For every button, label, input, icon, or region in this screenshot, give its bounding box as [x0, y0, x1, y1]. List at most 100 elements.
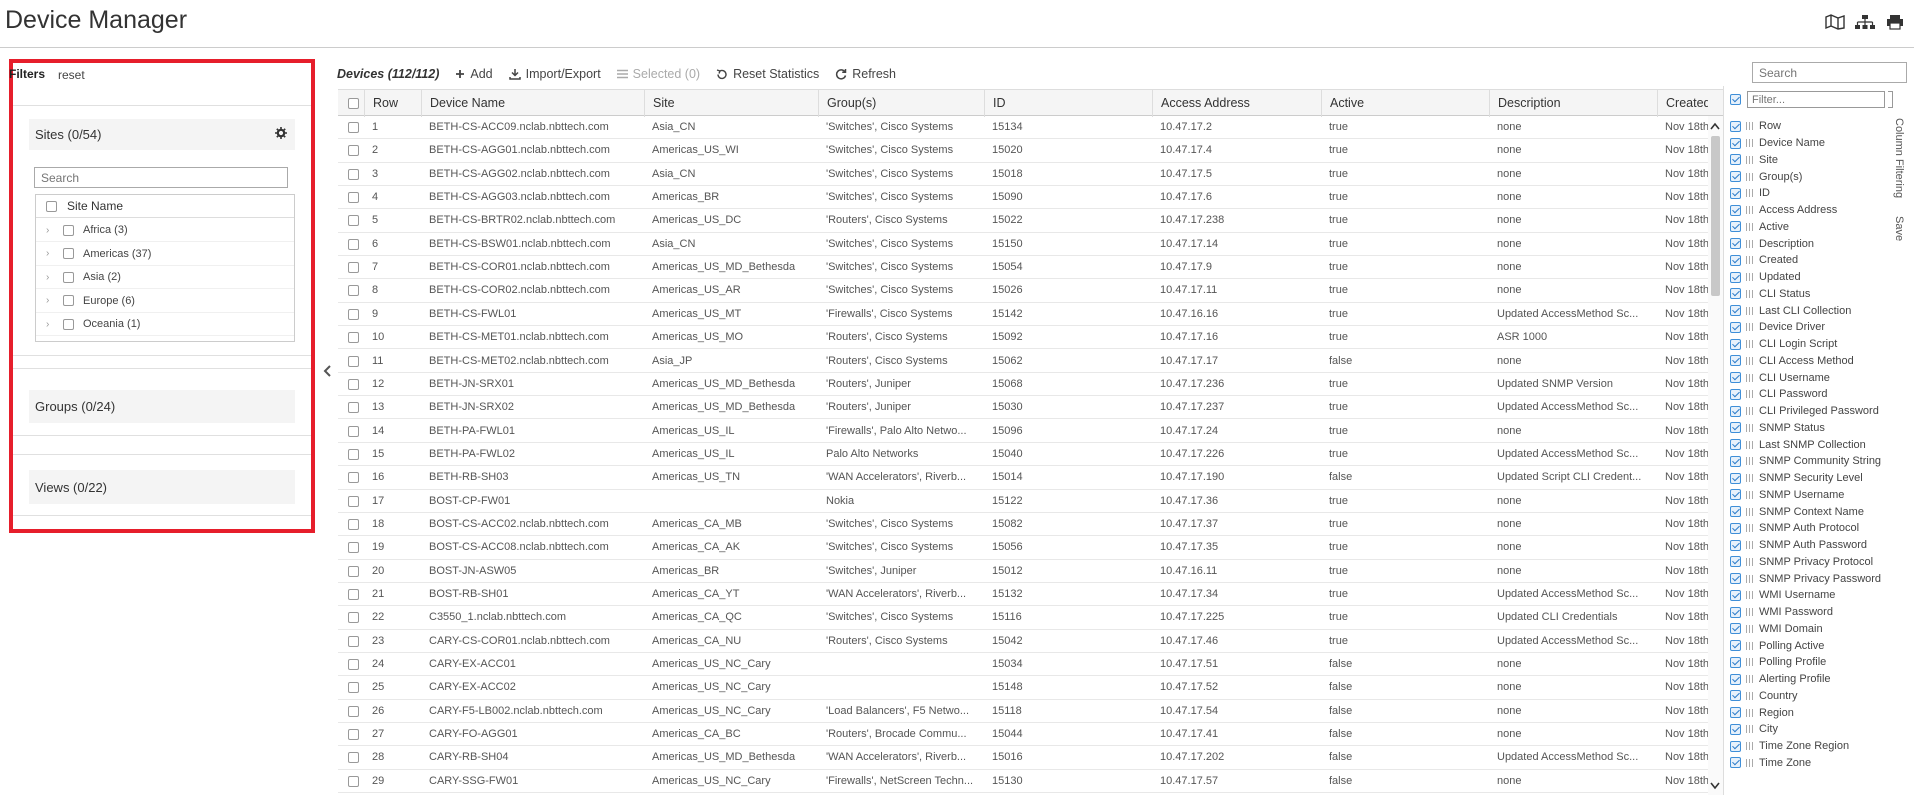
- table-row[interactable]: 27 CARY-FO-AGG01 Americas_CA_BC 'Routers', …: [338, 723, 1708, 747]
- column-toggle-item[interactable]: WMI Domain: [1730, 621, 1823, 638]
- column-checkbox[interactable]: [1730, 723, 1741, 735]
- refresh-button[interactable]: Refresh: [835, 67, 896, 81]
- table-row[interactable]: 28 CARY-RB-SH04 Americas_US_MD_Bethesda 'WA…: [338, 746, 1708, 770]
- column-checkbox[interactable]: [1730, 254, 1741, 266]
- row-select[interactable]: [338, 513, 364, 536]
- row-select[interactable]: [338, 443, 364, 466]
- drag-handle-icon[interactable]: [1746, 122, 1754, 131]
- row-select[interactable]: [338, 700, 364, 723]
- drag-handle-icon[interactable]: [1746, 323, 1754, 332]
- column-checkbox[interactable]: [1730, 187, 1741, 199]
- row-select[interactable]: [338, 233, 364, 256]
- column-toggle-item[interactable]: SNMP Username: [1730, 487, 1844, 504]
- expand-chevron-icon[interactable]: ›: [46, 225, 54, 236]
- column-toggle-item[interactable]: WMI Username: [1730, 587, 1835, 604]
- row-select[interactable]: [338, 186, 364, 209]
- gear-icon[interactable]: [275, 127, 287, 142]
- row-select[interactable]: [338, 653, 364, 676]
- drag-handle-icon[interactable]: [1746, 641, 1754, 650]
- selected-button[interactable]: Selected (0): [616, 67, 700, 81]
- column-checkbox[interactable]: [1730, 204, 1741, 216]
- column-header-created[interactable]: Created: [1657, 90, 1708, 117]
- column-toggle-item[interactable]: Polling Active: [1730, 637, 1824, 654]
- row-select[interactable]: [338, 466, 364, 489]
- column-checkbox[interactable]: [1730, 422, 1741, 434]
- expand-chevron-icon[interactable]: ›: [46, 319, 54, 330]
- row-checkbox[interactable]: [348, 518, 359, 530]
- drag-handle-icon[interactable]: [1746, 289, 1754, 298]
- expand-chevron-icon[interactable]: ›: [46, 272, 54, 283]
- site-tree-item[interactable]: › Africa (3): [36, 219, 294, 242]
- column-checkbox[interactable]: [1730, 740, 1741, 752]
- column-checkbox[interactable]: [1730, 757, 1741, 769]
- table-row[interactable]: 17 BOST-CP-FW01 Nokia 15122 10.47.17.36 true n…: [338, 490, 1708, 513]
- select-all-sites-checkbox[interactable]: [46, 200, 57, 212]
- column-toggle-item[interactable]: Created: [1730, 252, 1798, 269]
- drag-handle-icon[interactable]: [1746, 490, 1754, 499]
- table-row[interactable]: 9 BETH-CS-FWL01 Americas_US_MT 'Firewalls',…: [338, 303, 1708, 327]
- column-toggle-item[interactable]: Updated: [1730, 269, 1801, 286]
- table-row[interactable]: 18 BOST-CS-ACC02.nclab.nbttech.com America…: [338, 513, 1708, 537]
- table-row[interactable]: 3 BETH-CS-AGG02.nclab.nbttech.com Asia_CN '…: [338, 163, 1708, 186]
- column-checkbox[interactable]: [1730, 539, 1741, 551]
- row-select[interactable]: [338, 396, 364, 419]
- expand-chevron-icon[interactable]: ›: [46, 295, 54, 306]
- drag-handle-icon[interactable]: [1746, 423, 1754, 432]
- column-checkbox[interactable]: [1730, 506, 1741, 518]
- row-select[interactable]: [338, 209, 364, 232]
- table-row[interactable]: 4 BETH-CS-AGG03.nclab.nbttech.com Americas…: [338, 186, 1708, 210]
- column-filtering-tab[interactable]: Column Filtering: [1893, 118, 1905, 208]
- drag-handle-icon[interactable]: [1746, 340, 1754, 349]
- row-select[interactable]: [338, 490, 364, 513]
- column-toggle-item[interactable]: City: [1730, 721, 1778, 738]
- drag-handle-icon[interactable]: [1746, 407, 1754, 416]
- table-row[interactable]: 19 BOST-CS-ACC08.nclab.nbttech.com America…: [338, 536, 1708, 560]
- drag-handle-icon[interactable]: [1746, 557, 1754, 566]
- column-toggle-item[interactable]: CLI Password: [1730, 386, 1827, 403]
- views-section-header[interactable]: Views (0/22): [29, 470, 295, 504]
- column-checkbox[interactable]: [1730, 489, 1741, 501]
- column-toggle-item[interactable]: SNMP Community String: [1730, 453, 1881, 470]
- row-checkbox[interactable]: [348, 589, 359, 600]
- column-toggle-item[interactable]: Time Zone: [1730, 755, 1811, 772]
- collapse-filters-icon[interactable]: [322, 364, 332, 381]
- drag-handle-icon[interactable]: [1746, 725, 1754, 734]
- table-row[interactable]: 20 BOST-JN-ASW05 Americas_BR 'Switches', Ju…: [338, 560, 1708, 583]
- column-toggle-item[interactable]: Last SNMP Collection: [1730, 436, 1866, 453]
- row-select[interactable]: [338, 746, 364, 769]
- drag-handle-icon[interactable]: [1746, 206, 1754, 215]
- drag-handle-icon[interactable]: [1746, 172, 1754, 181]
- column-header-id[interactable]: ID: [984, 90, 1152, 117]
- column-toggle-item[interactable]: CLI Access Method: [1730, 353, 1854, 370]
- import-export-button[interactable]: Import/Export: [508, 67, 601, 81]
- site-checkbox[interactable]: [63, 248, 74, 260]
- column-header-access-address[interactable]: Access Address: [1152, 90, 1321, 117]
- site-search-input[interactable]: [34, 167, 288, 188]
- column-header-site[interactable]: Site: [644, 90, 818, 117]
- column-checkbox[interactable]: [1730, 606, 1741, 618]
- column-toggle-item[interactable]: Country: [1730, 688, 1798, 705]
- row-checkbox[interactable]: [348, 122, 359, 133]
- drag-handle-icon[interactable]: [1746, 591, 1754, 600]
- drag-handle-icon[interactable]: [1746, 306, 1754, 315]
- table-row[interactable]: 5 BETH-CS-BRTR02.nclab.nbttech.com America…: [338, 209, 1708, 233]
- row-select[interactable]: [338, 139, 364, 162]
- row-select[interactable]: [338, 256, 364, 279]
- drag-handle-icon[interactable]: [1746, 239, 1754, 248]
- column-checkbox[interactable]: [1730, 271, 1741, 283]
- column-toggle-item[interactable]: Site: [1730, 152, 1778, 169]
- row-checkbox[interactable]: [348, 705, 359, 717]
- column-checkbox[interactable]: [1730, 137, 1741, 149]
- table-row[interactable]: 13 BETH-JN-SRX02 Americas_US_MD_Bethesda 'R…: [338, 396, 1708, 420]
- row-checkbox[interactable]: [348, 565, 359, 577]
- row-select[interactable]: [338, 116, 364, 139]
- row-checkbox[interactable]: [348, 635, 359, 647]
- drag-handle-icon[interactable]: [1746, 390, 1754, 399]
- column-checkbox[interactable]: [1730, 690, 1741, 702]
- row-checkbox[interactable]: [348, 238, 359, 250]
- column-toggle-item[interactable]: SNMP Auth Protocol: [1730, 520, 1859, 537]
- device-search-input[interactable]: [1752, 62, 1907, 83]
- column-toggle-item[interactable]: SNMP Privacy Protocol: [1730, 554, 1873, 571]
- save-tab[interactable]: Save: [1893, 216, 1905, 256]
- row-checkbox[interactable]: [348, 262, 359, 274]
